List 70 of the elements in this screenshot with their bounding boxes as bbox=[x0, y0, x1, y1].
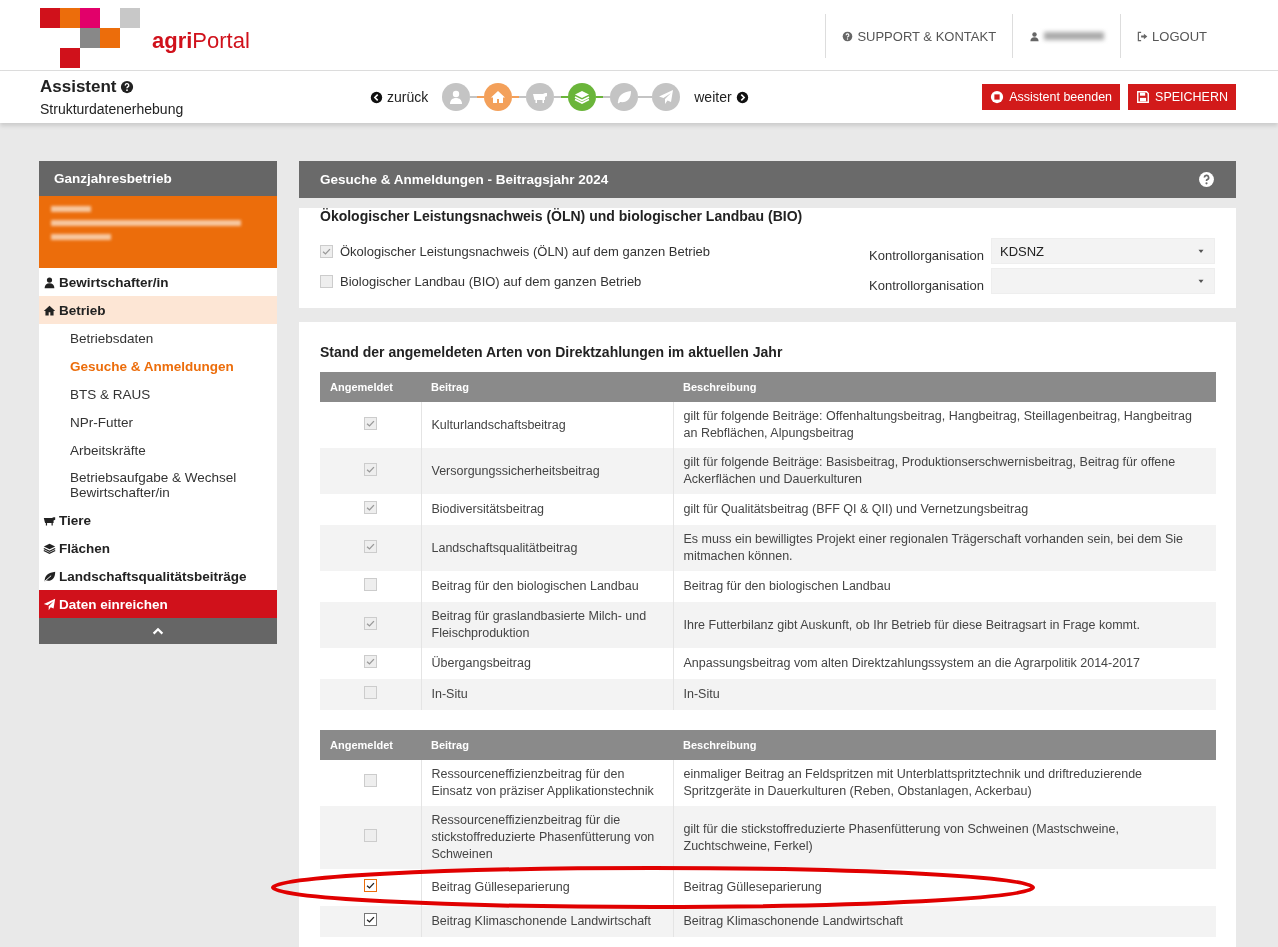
sidebar-item[interactable]: Betrieb bbox=[39, 296, 277, 324]
user-icon bbox=[43, 275, 56, 289]
next-link[interactable]: weiter bbox=[694, 89, 749, 105]
checkbox-label: Ökologischer Leistungsnachweis (ÖLN) auf dem ganzen Betrieb bbox=[340, 243, 710, 259]
layers-icon bbox=[574, 89, 591, 105]
blurred-username bbox=[1044, 32, 1105, 40]
table-cell: Beitrag Klimaschonende Landwirtschaft bbox=[673, 906, 1216, 937]
house-icon bbox=[43, 303, 56, 317]
table-cell: Beitrag Klimaschonende Landwirtschaft bbox=[421, 906, 673, 937]
table-cell: Es muss ein bewilligtes Projekt einer regionalen Trägerschaft vorhanden sein, bei dem Sie mitmachen können. bbox=[673, 525, 1216, 571]
user-icon bbox=[448, 89, 465, 105]
table-cell: In-Situ bbox=[421, 679, 673, 710]
save-icon bbox=[1136, 90, 1151, 104]
logo-icon bbox=[40, 8, 142, 70]
panel-title: Gesuche & Anmeldungen - Beitragsjahr 2024 bbox=[320, 172, 609, 187]
wizard-step[interactable] bbox=[610, 83, 639, 111]
logo-text: agriPortal bbox=[152, 28, 250, 55]
column-header: Beschreibung bbox=[673, 372, 1216, 402]
paper-plane-icon bbox=[658, 89, 675, 105]
section-heading: Stand der angemeldeten Arten von Direktzahlungen im aktuellen Jahr bbox=[320, 344, 784, 360]
field-label: Kontrollorganisation bbox=[869, 276, 985, 293]
table-cell: Versorgungssicherheitsbeitrag bbox=[421, 448, 673, 494]
stop-icon bbox=[990, 90, 1005, 104]
leaf-icon bbox=[43, 569, 56, 583]
table-cell: gilt für folgende Beiträge: Basisbeitrag, Produktionserschwernisbeitrag, Beitrag für offene Ackerflächen und Dauerkulturen bbox=[673, 448, 1216, 494]
wizard-step[interactable] bbox=[484, 83, 513, 111]
column-header: Beschreibung bbox=[673, 730, 1216, 760]
logout-link[interactable]: LOGOUT bbox=[1120, 14, 1223, 58]
assistant-subtitle: Strukturdatenerhebung bbox=[40, 101, 185, 117]
back-link[interactable]: zurück bbox=[370, 89, 429, 105]
table-cell: Ressourceneffizienzbeitrag für die stickstoffreduzierte Phasenfütterung von Schweinen bbox=[421, 806, 673, 869]
checkbox-label: Biologischer Landbau (BIO) auf dem ganzen Betrieb bbox=[340, 273, 642, 289]
column-header: Angemeldet bbox=[320, 730, 421, 760]
sidebar-item[interactable]: Daten einreichen bbox=[39, 590, 277, 618]
layers-icon bbox=[43, 541, 56, 555]
wizard-step[interactable] bbox=[568, 83, 597, 111]
help-icon bbox=[842, 30, 854, 42]
table-cell: gilt für die stickstoffreduzierte Phasenfütterung von Schweinen (Mastschweine, Zuchtschweine, Ferkel) bbox=[673, 806, 1216, 869]
back-icon bbox=[370, 90, 383, 104]
checkbox[interactable] bbox=[363, 879, 377, 892]
help-icon bbox=[119, 80, 134, 94]
wizard-step[interactable] bbox=[442, 83, 471, 111]
wizard-step[interactable] bbox=[526, 83, 555, 111]
select-field[interactable]: KDSNZ bbox=[991, 238, 1215, 264]
column-header: Beitrag bbox=[421, 372, 673, 402]
next-icon bbox=[735, 90, 749, 104]
logout-icon bbox=[1137, 30, 1149, 42]
field-label: Kontrollorganisation bbox=[869, 246, 985, 263]
table-cell: Beitrag für graslandbasierte Milch- und Fleischproduktion bbox=[421, 602, 673, 648]
paper-plane-icon bbox=[43, 597, 56, 611]
select-field[interactable] bbox=[991, 268, 1215, 294]
checkbox[interactable] bbox=[320, 274, 333, 288]
table-cell: Ihre Futterbilanz gibt Auskunft, ob Ihr Betrieb für diese Beitragsart in Frage kommt. bbox=[673, 602, 1216, 648]
sidebar-title: Ganzjahresbetrieb bbox=[39, 161, 277, 196]
wizard-step[interactable] bbox=[652, 83, 681, 111]
column-header: Beitrag bbox=[421, 730, 673, 760]
table-cell: Landschaftsqualitätbeitrag bbox=[421, 525, 673, 571]
exit-assistant-button[interactable]: Assistent beenden bbox=[982, 84, 1121, 110]
leaf-icon bbox=[616, 89, 633, 105]
support-link[interactable]: SUPPORT & KONTAKT bbox=[825, 14, 1013, 58]
help-icon bbox=[1198, 171, 1215, 188]
checkbox[interactable] bbox=[363, 913, 377, 926]
table-cell: In-Situ bbox=[673, 679, 1216, 710]
section-heading: Ökologischer Leistungsnachweis (ÖLN) und biologischer Landbau (BIO) bbox=[320, 208, 804, 224]
checkbox[interactable] bbox=[320, 244, 333, 258]
user-icon bbox=[1029, 30, 1041, 42]
assistant-title: Assistent bbox=[40, 77, 117, 97]
save-button[interactable]: SPEICHERN bbox=[1128, 84, 1236, 110]
column-header: Angemeldet bbox=[320, 372, 421, 402]
house-icon bbox=[490, 89, 507, 105]
